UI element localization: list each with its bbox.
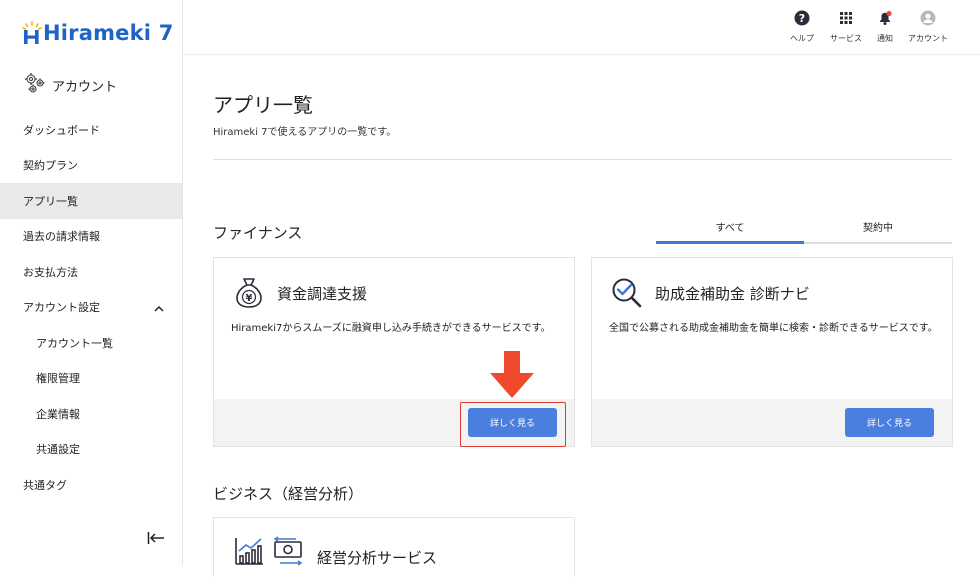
help-button[interactable]: ? ヘルプ [790, 10, 814, 44]
sidebar-item-label: 権限管理 [36, 372, 80, 386]
sidebar-item-label: アプリ一覧 [23, 194, 78, 208]
collapse-sidebar-icon[interactable] [147, 530, 165, 549]
sidebar-item-label: アカウント一覧 [36, 336, 113, 350]
avatar-icon [920, 10, 936, 30]
logo-mark-icon [22, 21, 42, 45]
page-description: Hirameki 7で使えるアプリの一覧です。 [213, 127, 397, 138]
money-bag-icon: ¥ [235, 277, 263, 313]
help-label: ヘルプ [790, 34, 814, 43]
page-title: アプリ一覧 [213, 93, 313, 117]
app-card-title: 助成金補助金 診断ナビ [655, 285, 810, 303]
search-check-icon [611, 277, 643, 313]
services-label: サービス [830, 34, 862, 43]
gear-icon [22, 70, 48, 100]
sidebar-account-header: アカウント [22, 70, 117, 100]
sidebar-item-dashboard[interactable]: ダッシュボード [0, 112, 182, 148]
app-card-title: 資金調達支援 [277, 285, 368, 303]
details-button[interactable]: 詳しく見る [845, 408, 934, 437]
sidebar-item-label: 共通設定 [36, 443, 80, 457]
sidebar: Hirameki 7 アカウント ダッシュボード 契約プラン アプリ一覧 過去の… [0, 0, 183, 565]
brand-name: Hirameki 7 [43, 21, 174, 45]
sidebar-item-permissions[interactable]: 権限管理 [0, 361, 182, 397]
sidebar-item-label: 企業情報 [36, 407, 80, 421]
sidebar-item-label: 共通タグ [23, 478, 67, 492]
sidebar-account-label: アカウント [52, 79, 118, 95]
sidebar-item-label: お支払方法 [23, 265, 78, 279]
sidebar-item-account-settings[interactable]: アカウント設定 [0, 290, 182, 326]
app-card-business-analysis: 経営分析サービス [213, 517, 575, 577]
tab-contracted[interactable]: 契約中 [804, 215, 952, 244]
highlight-box [460, 402, 566, 447]
account-button[interactable]: アカウント [908, 10, 948, 44]
notifications-label: 通知 [877, 34, 893, 43]
sidebar-item-payment-method[interactable]: お支払方法 [0, 254, 182, 290]
sidebar-item-app-list[interactable]: アプリ一覧 [0, 183, 182, 219]
sidebar-nav: ダッシュボード 契約プラン アプリ一覧 過去の請求情報 お支払方法 アカウント設… [0, 112, 182, 503]
sidebar-item-billing-history[interactable]: 過去の請求情報 [0, 219, 182, 255]
app-card-subsidy: 助成金補助金 診断ナビ 全国で公募される助成金補助金を簡単に検索・診断できるサー… [591, 257, 953, 447]
tab-all[interactable]: すべて [656, 215, 804, 244]
sidebar-item-label: ダッシュボード [23, 123, 100, 137]
sidebar-item-account-list[interactable]: アカウント一覧 [0, 325, 182, 361]
svg-text:?: ? [799, 12, 805, 25]
sidebar-item-contract-plan[interactable]: 契約プラン [0, 148, 182, 184]
notifications-button[interactable]: 通知 [877, 10, 893, 44]
section-title-business: ビジネス（経営分析） [213, 485, 364, 503]
top-bar: ? ヘルプ サービス 通知 アカウント [183, 0, 980, 55]
grid-icon [839, 10, 853, 30]
filter-tabs: すべて 契約中 [656, 215, 952, 244]
bell-icon [877, 10, 893, 30]
sidebar-item-company-info[interactable]: 企業情報 [0, 396, 182, 432]
chevron-up-icon [154, 302, 164, 315]
sidebar-item-label: 過去の請求情報 [23, 230, 100, 244]
divider [213, 159, 952, 160]
app-card-description: 全国で公募される助成金補助金を簡単に検索・診断できるサービスです。 [609, 323, 938, 334]
sidebar-item-label: 契約プラン [23, 159, 78, 173]
arrow-down-icon [489, 351, 535, 403]
account-label: アカウント [908, 34, 948, 43]
app-card-description: Hirameki7からスムーズに融資申し込み手続きができるサービスです。 [231, 323, 551, 334]
help-icon: ? [794, 10, 810, 30]
sidebar-item-label: アカウント設定 [23, 301, 100, 315]
brand-logo[interactable]: Hirameki 7 [22, 18, 174, 48]
section-title-finance: ファイナンス [213, 224, 303, 242]
sidebar-item-common-settings[interactable]: 共通設定 [0, 432, 182, 468]
services-button[interactable]: サービス [830, 10, 862, 44]
sidebar-item-common-tags[interactable]: 共通タグ [0, 467, 182, 503]
svg-text:¥: ¥ [246, 293, 253, 304]
